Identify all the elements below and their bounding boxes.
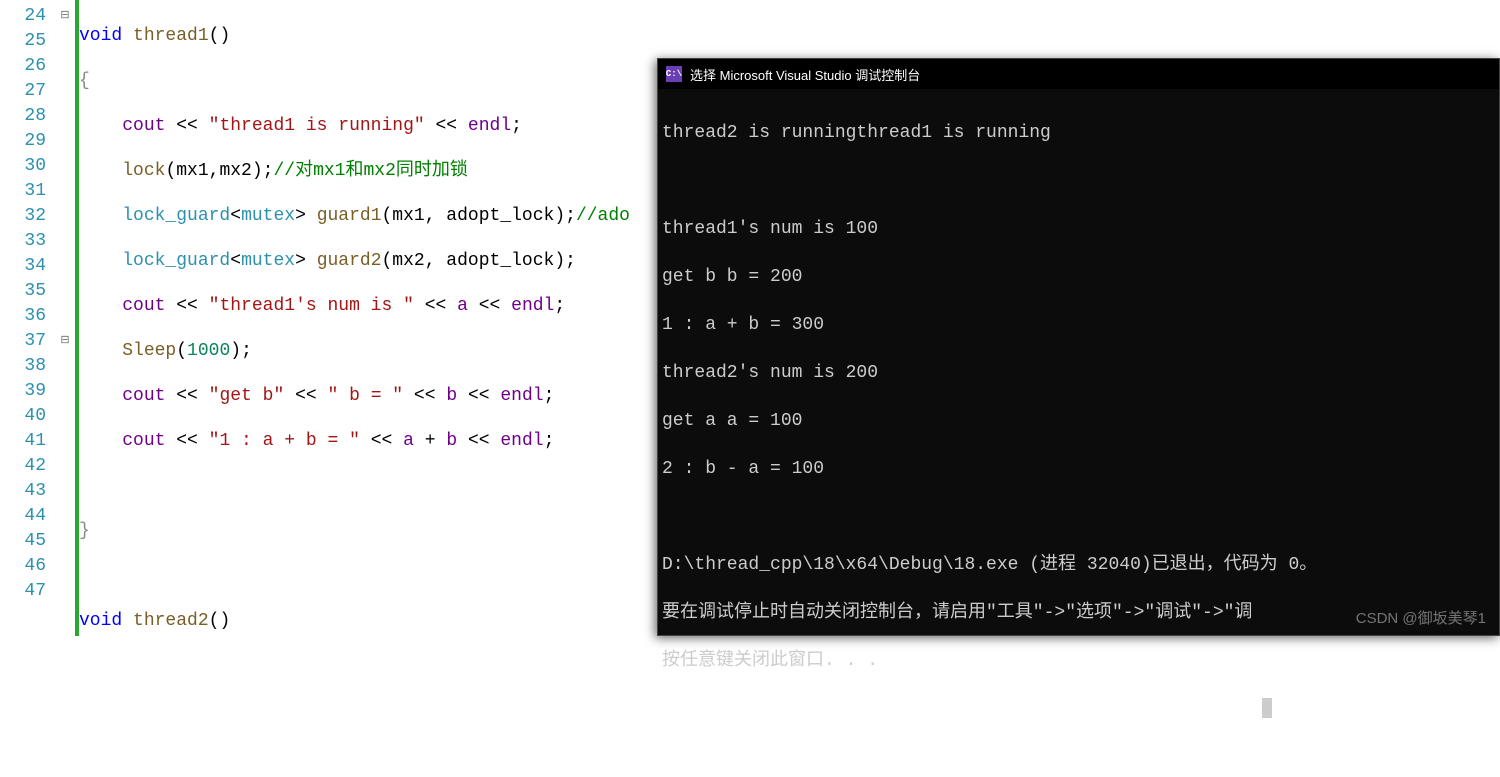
line-number: 26 [0,54,56,79]
code-editor[interactable]: 24 25 26 27 28 29 30 31 32 33 34 35 36 3… [0,0,660,636]
output-line: thread1's num is 100 [662,217,1495,241]
output-line: get a a = 100 [662,409,1495,433]
line-number: 36 [0,304,56,329]
line-number: 31 [0,179,56,204]
output-line: thread2 is runningthread1 is running [662,121,1495,145]
line-number: 24 [0,4,56,29]
line-number: 27 [0,79,56,104]
line-number: 44 [0,504,56,529]
output-line: get b b = 200 [662,265,1495,289]
line-number: 35 [0,279,56,304]
output-line: 2 : b - a = 100 [662,457,1495,481]
output-line [662,169,1495,193]
line-number: 38 [0,354,56,379]
line-number: 28 [0,104,56,129]
output-line: 按任意键关闭此窗口. . . [662,649,1495,673]
output-line: 1 : a + b = 300 [662,313,1495,337]
line-number: 34 [0,254,56,279]
line-number-gutter: 24 25 26 27 28 29 30 31 32 33 34 35 36 3… [0,0,56,636]
line-number: 37 [0,329,56,354]
line-number: 46 [0,554,56,579]
console-output[interactable]: thread2 is runningthread1 is running thr… [658,89,1499,777]
fold-icon[interactable]: ⊟ [56,329,74,354]
output-line: thread2's num is 200 [662,361,1495,385]
code-area[interactable]: void thread1() { cout << "thread1 is run… [79,0,660,636]
line-number: 39 [0,379,56,404]
line-number: 32 [0,204,56,229]
console-titlebar[interactable]: C:\ 选择 Microsoft Visual Studio 调试控制台 [658,59,1499,89]
console-icon: C:\ [666,66,682,82]
output-line: D:\thread_cpp\18\x64\Debug\18.exe (进程 32… [662,553,1495,577]
watermark: CSDN @御坂美琴1 [1356,607,1486,628]
line-number: 45 [0,529,56,554]
line-number: 25 [0,29,56,54]
output-line [662,505,1495,529]
line-number: 47 [0,579,56,604]
fold-markers: ⊟ ⊟ [56,0,74,636]
terminal-cursor [1262,698,1272,718]
line-number: 30 [0,154,56,179]
cursor-row [662,697,1495,721]
line-number: 42 [0,454,56,479]
line-number: 33 [0,229,56,254]
console-title: 选择 Microsoft Visual Studio 调试控制台 [690,65,920,84]
fold-icon[interactable]: ⊟ [56,4,74,29]
debug-console-window[interactable]: C:\ 选择 Microsoft Visual Studio 调试控制台 thr… [657,58,1500,636]
line-number: 43 [0,479,56,504]
line-number: 40 [0,404,56,429]
line-number: 29 [0,129,56,154]
line-number: 41 [0,429,56,454]
